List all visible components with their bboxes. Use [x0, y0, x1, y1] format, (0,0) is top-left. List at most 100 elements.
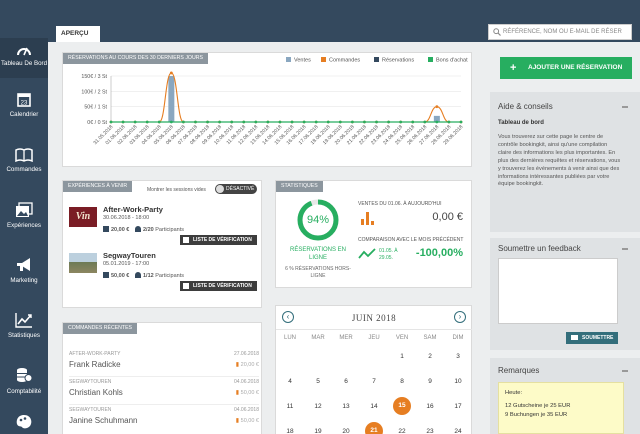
thumbnail-text: Vin: [75, 211, 91, 222]
calendar-day[interactable]: 24: [444, 428, 472, 434]
calendar-day[interactable]: 13: [332, 403, 360, 410]
point-bons: [314, 120, 318, 124]
point-bons: [375, 120, 378, 124]
nav-calendar[interactable]: 23 Calendrier: [0, 92, 48, 132]
order-row[interactable]: AFTER-WORK-PARTY Frank Radicke 27.06.201…: [69, 349, 259, 377]
nav-statistics[interactable]: Statistiques: [0, 312, 48, 352]
nav-marketing[interactable]: Marketing: [0, 257, 48, 297]
calendar-day[interactable]: 20: [332, 428, 360, 434]
point-bons: [423, 120, 427, 124]
calendar-day[interactable]: 6: [332, 378, 360, 385]
nav-orders[interactable]: Commandes: [0, 148, 48, 188]
nav-accounting[interactable]: Comptabilité: [0, 366, 48, 406]
point-commandes: [435, 105, 439, 109]
calendar-day[interactable]: 17: [444, 403, 472, 410]
order-customer: Christian Kohls: [69, 388, 123, 397]
plus-icon: +: [510, 62, 517, 74]
calendar-day[interactable]: 2: [416, 353, 444, 360]
search-input[interactable]: RÉFÉRENCE, NOM OU E-MAIL DE RÉSER: [488, 24, 632, 40]
search-placeholder: RÉFÉRENCE, NOM OU E-MAIL DE RÉSER: [503, 29, 622, 35]
palette-icon: [16, 415, 32, 429]
calendar-day[interactable]: 16: [416, 403, 444, 410]
submit-feedback-button[interactable]: SOUMETTRE: [566, 332, 618, 344]
weekday-label: JEU: [368, 335, 380, 341]
calendar-panel: ‹ JUIN 2018 › LUN MAR MER JEU VEN SAM DIM 1 2 3 4 5…: [275, 305, 472, 434]
bar-chart-icon: ▮: [235, 418, 240, 424]
collapse-help-icon[interactable]: [622, 106, 628, 108]
legend-bons[interactable]: Bons d'achat: [428, 57, 468, 64]
bar-chart-icon: ▮: [235, 362, 240, 368]
nav-dashboard[interactable]: Tableau De Bord: [0, 38, 48, 78]
checklist-button[interactable]: LISTE DE VÉRIFICATION: [180, 235, 257, 245]
next-month-button[interactable]: ›: [454, 311, 466, 323]
nav-label-accounting: Comptabilité: [6, 388, 42, 395]
nav-label-dashboard: Tableau De Bord: [0, 60, 48, 67]
calendar-day[interactable]: 9: [416, 378, 444, 385]
calendar-day[interactable]: 7: [360, 378, 388, 385]
calendar-day[interactable]: 18: [276, 428, 304, 434]
order-row[interactable]: SEGWAYTOUREN Christian Kohls 04.06.2018 …: [69, 377, 259, 405]
experience-price: 50,00 €: [103, 272, 129, 279]
point-commandes: [169, 71, 173, 75]
compare-value: -100,00%: [415, 247, 463, 259]
feedback-textarea[interactable]: [498, 258, 618, 324]
calendar-day[interactable]: 22: [388, 428, 416, 434]
experience-participants: 1/12 Participants: [135, 272, 184, 279]
experience-name[interactable]: After-Work-Party: [103, 205, 163, 214]
calendar-day[interactable]: 19: [304, 428, 332, 434]
order-date: 04.06.2018: [233, 407, 259, 413]
calendar-day[interactable]: 14: [360, 403, 388, 410]
sales-label: VENTES DU 01.06. À AUJOURD'HUI: [358, 201, 442, 207]
calendar-day[interactable]: 11: [276, 403, 304, 410]
empty-sessions-toggle[interactable]: DÉSACTIVÉ: [215, 184, 257, 194]
legend-reservations[interactable]: Réservations: [374, 57, 414, 64]
calendar-header: ‹ JUIN 2018 ›: [276, 306, 472, 330]
nav-label-orders: Commandes: [6, 166, 42, 173]
coins-icon: [17, 368, 33, 382]
point-bons: [109, 120, 113, 124]
calendar-day[interactable]: 4: [276, 378, 304, 385]
help-title: Aide & conseils: [498, 102, 553, 111]
nav-experiences[interactable]: Expériences: [0, 202, 48, 242]
help-box: Aide & conseils Tableau de bord Vous tro…: [490, 92, 640, 232]
nav-label-experiences: Expériences: [6, 222, 42, 229]
calendar-day[interactable]: 23: [416, 428, 444, 434]
legend-ventes[interactable]: Ventes: [286, 57, 311, 64]
calendar-day[interactable]: 8: [388, 378, 416, 385]
calendar-day[interactable]: 15: [388, 397, 416, 415]
calendar-day[interactable]: 3: [444, 353, 472, 360]
legend-label-ventes: Ventes: [294, 57, 311, 64]
remarks-note[interactable]: Heute: 12 Gutscheine je 25 EUR 9 Buchung…: [498, 382, 624, 434]
calendar-day[interactable]: 10: [444, 378, 472, 385]
calendar-day[interactable]: 12: [304, 403, 332, 410]
collapse-remarks-icon[interactable]: [622, 370, 628, 372]
calendar-day[interactable]: 1: [388, 353, 416, 360]
point-bons: [350, 120, 354, 124]
add-reservation-button[interactable]: + AJOUTER UNE RÉSERVATION: [500, 57, 632, 79]
collapse-feedback-icon[interactable]: [622, 248, 628, 250]
online-label: RÉSERVATIONS EN LIGNE: [289, 247, 346, 261]
envelope-icon: [571, 335, 578, 340]
calendar-day[interactable]: 5: [304, 378, 332, 385]
experience-name[interactable]: SegwayTouren: [103, 251, 156, 260]
bar-chart-icon: [361, 212, 374, 225]
point-bons: [387, 120, 390, 124]
feedback-title: Soumettre un feedback: [498, 244, 581, 253]
calendar-month: JUIN 2018: [351, 313, 397, 323]
compare-label: COMPARAISON AVEC LE MOIS PRÉCÉDENT: [358, 237, 464, 243]
legend-commandes[interactable]: Commandes: [321, 57, 360, 64]
calendar-icon: 23: [17, 93, 31, 107]
checklist-button[interactable]: LISTE DE VÉRIFICATION: [180, 281, 257, 291]
calendar-day[interactable]: 21: [360, 422, 388, 434]
legend-swatch-reservations: [374, 57, 379, 62]
nav-design[interactable]: [0, 414, 48, 434]
remarks-line: 9 Buchungen je 35 EUR: [505, 412, 568, 418]
order-row[interactable]: SEGWAYTOUREN Janine Schuhmann 04.06.2018…: [69, 405, 259, 433]
y-tick-label: 0€ / 0 St: [87, 120, 107, 126]
point-bons: [218, 120, 222, 124]
order-category: SEGWAYTOUREN: [69, 379, 112, 385]
tab-overview[interactable]: APERÇU: [56, 26, 100, 42]
bar-ventes: [168, 76, 175, 122]
statistics-panel: STATISTIQUES 94% RÉSERVATIONS EN LIGNE 6 …: [275, 180, 472, 288]
point-bons: [206, 120, 209, 124]
